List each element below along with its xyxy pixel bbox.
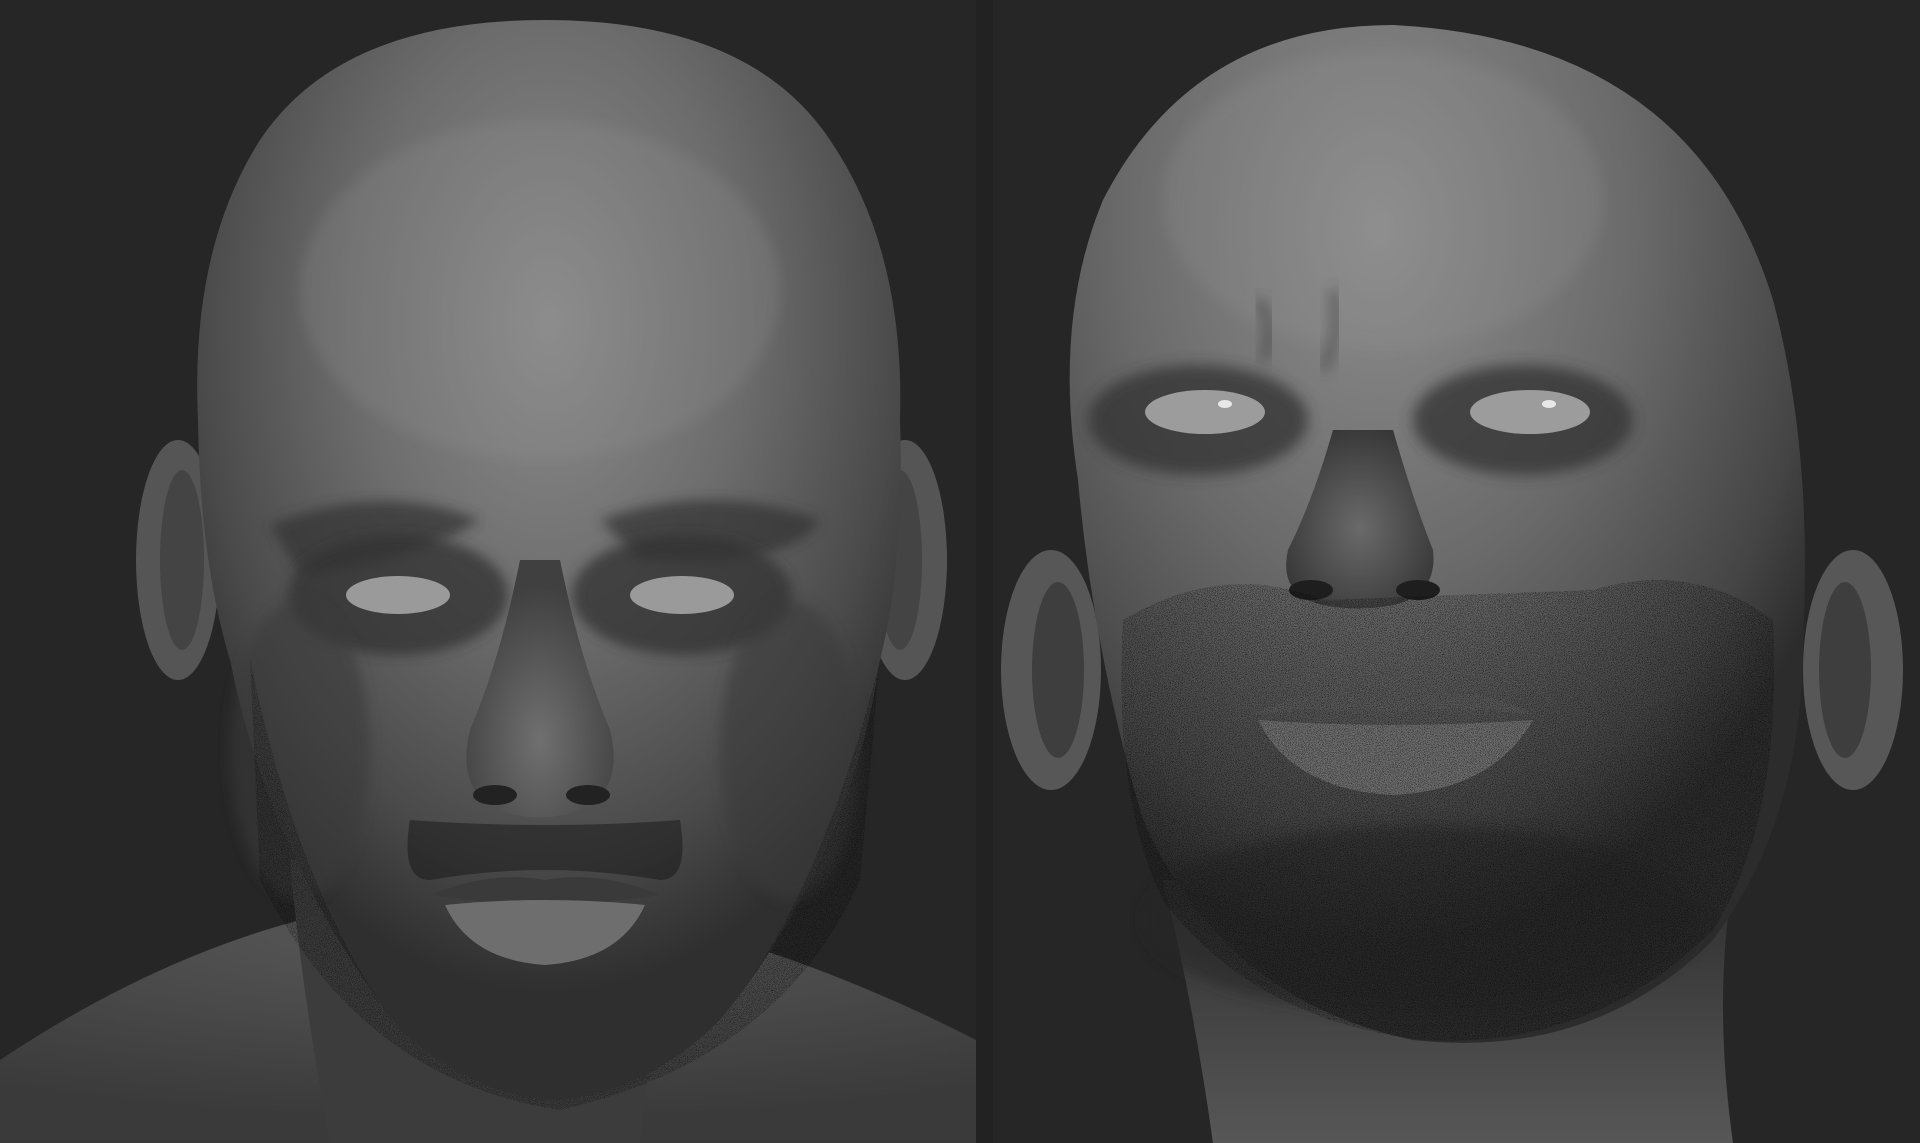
- front-view-panel: [0, 0, 976, 1143]
- left-eye: [1145, 390, 1265, 434]
- upward-view-panel: [993, 0, 1920, 1143]
- upward-head-render: [1001, 25, 1903, 1143]
- render-viewport: [0, 0, 1920, 1143]
- front-head-render: [0, 20, 976, 1143]
- right-eye: [630, 576, 734, 614]
- panel-divider: [976, 0, 993, 1143]
- left-eye: [346, 576, 450, 614]
- right-eye: [1470, 390, 1590, 434]
